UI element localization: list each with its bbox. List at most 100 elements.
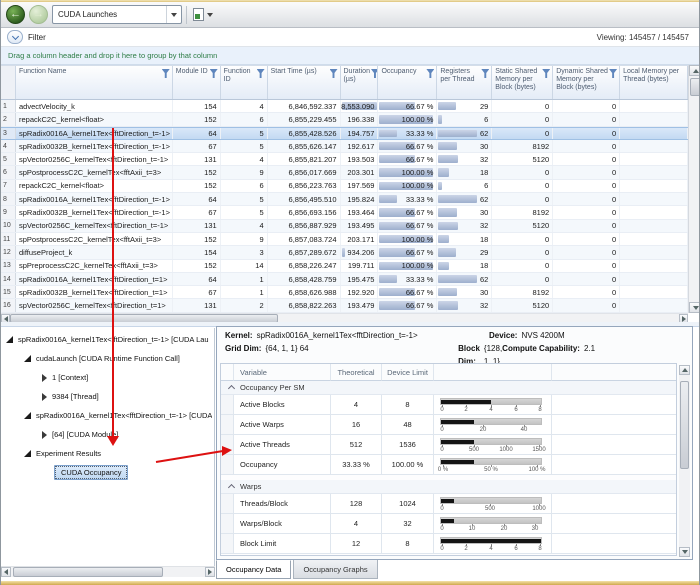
scrollbar-thumb[interactable] (690, 78, 700, 96)
tree-item[interactable]: spRadix0016A_kernel1Tex<fftDirection_t=-… (1, 330, 214, 349)
tree-item[interactable]: 1 [Context] (1, 368, 214, 387)
tree-horizontal-scrollbar[interactable] (1, 566, 215, 577)
occupancy-variables-table: VariableTheoreticalDevice LimitOccupancy… (220, 363, 677, 556)
view-selector-dropdown[interactable]: CUDA Launches (52, 5, 182, 24)
variable-row[interactable]: Occupancy33.33 %100.00 %0 %50 %100 % (221, 455, 676, 475)
table-row[interactable]: 13spPreprocessC2C_kernelTex<fftAxii_t=3>… (1, 260, 688, 273)
column-header[interactable]: Module ID (173, 66, 221, 99)
details-vertical-scrollbar[interactable] (679, 365, 690, 557)
tree-item[interactable]: Experiment Results (1, 444, 214, 463)
scrollbar-thumb[interactable] (680, 381, 689, 469)
column-header[interactable]: Function Name (16, 66, 173, 99)
column-header[interactable]: Registers per Thread (437, 66, 492, 99)
tree-expanded-icon[interactable] (24, 355, 31, 362)
filter-funnel-icon[interactable] (162, 69, 170, 78)
variable-row[interactable]: Threads/Block128102405001000 (221, 494, 676, 514)
collapse-chevron-icon[interactable] (228, 385, 235, 392)
scrollbar-thumb[interactable] (13, 567, 163, 577)
tab-occupancy-data[interactable]: Occupancy Data (216, 560, 291, 579)
dropdown-arrow-box[interactable] (166, 6, 181, 23)
variable-row[interactable]: Active Blocks4802468 (221, 395, 676, 415)
variable-column-header[interactable]: Variable (234, 364, 331, 381)
cell-value: 934.206 (347, 248, 374, 257)
table-row[interactable]: 7repackC2C_kernel<float>15266,856,223.76… (1, 180, 688, 193)
tree-item[interactable]: spRadix0016A_kernel1Tex<fftDirection_t=-… (1, 406, 214, 425)
occupancy-cell: 100.00 % (378, 233, 437, 245)
table-row[interactable]: 6spPostprocessC2C_kernelTex<fftAxii_t=3>… (1, 166, 688, 179)
scroll-up-button[interactable] (679, 365, 690, 375)
cell-value: 12 (3, 249, 11, 256)
table-row[interactable]: 3spRadix0016A_kernel1Tex<fftDirection_t=… (1, 127, 688, 140)
scroll-up-button[interactable] (689, 65, 700, 76)
table-row[interactable]: 2repackC2C_kernel<float>15266,855,229.45… (1, 113, 688, 126)
table-row[interactable]: 15spRadix0032B_kernel1Tex<fftDirection_t… (1, 286, 688, 299)
filter-funnel-icon[interactable] (609, 69, 617, 78)
table-vertical-scrollbar[interactable] (688, 65, 700, 313)
filter-funnel-icon[interactable] (330, 69, 338, 78)
filter-funnel-icon[interactable] (481, 69, 489, 78)
tree-item[interactable]: CUDA Occupancy (1, 463, 214, 482)
table-row[interactable]: 5spVector0256C_kernelTex<fftDirection_t=… (1, 153, 688, 166)
tree-item[interactable]: [64] [CUDA Module] (1, 425, 214, 444)
group-by-bar[interactable]: Drag a column header and drop it here to… (1, 47, 699, 65)
column-header[interactable]: Function ID (221, 66, 268, 99)
tree-collapsed-icon[interactable] (42, 431, 47, 439)
table-row[interactable]: 4spRadix0032B_kernel1Tex<fftDirection_t=… (1, 140, 688, 153)
variable-row[interactable]: Block Limit12802468 (221, 534, 676, 554)
variable-name: Active Blocks (234, 395, 331, 415)
table-row[interactable]: 11spPostprocessC2C_kernelTex<fftAxii_t=3… (1, 233, 688, 246)
tree-collapsed-icon[interactable] (42, 393, 47, 401)
column-header[interactable]: Local Memory per Thread (bytes) (620, 66, 688, 99)
tree-item[interactable]: cudaLaunch [CUDA Runtime Function Call] (1, 349, 214, 368)
tab-occupancy-graphs[interactable]: Occupancy Graphs (293, 560, 377, 579)
column-header[interactable]: Dynamic Shared Memory per Block (bytes) (553, 66, 620, 99)
variable-group-header[interactable]: Occupancy Per SM (221, 381, 676, 395)
filter-funnel-icon[interactable] (371, 69, 378, 78)
cell-value: 152 (204, 168, 217, 177)
theoretical-column-header[interactable]: Theoretical (331, 364, 382, 381)
function-id-cell: 6 (221, 180, 268, 192)
scroll-down-button[interactable] (689, 302, 700, 313)
column-header[interactable]: Static Shared Memory per Block (bytes) (492, 66, 553, 99)
table-row[interactable]: 12diffuseProject_k15436,857,289.672934.2… (1, 246, 688, 259)
function-id-cell: 6 (221, 113, 268, 125)
variable-row[interactable]: Active Threads5121536050010001500 (221, 435, 676, 455)
device-limit-column-header[interactable]: Device Limit (382, 364, 434, 381)
filter-funnel-icon[interactable] (542, 69, 550, 78)
tree-expanded-icon[interactable] (24, 412, 31, 419)
table-row[interactable]: 8spRadix0016A_kernel1Tex<fftDirection_t=… (1, 193, 688, 206)
function-id-cell: 14 (221, 260, 268, 272)
filter-funnel-icon[interactable] (257, 69, 265, 78)
forward-button[interactable]: → (29, 5, 48, 24)
column-header[interactable]: Occupancy (378, 66, 437, 99)
collapse-chevron-icon[interactable] (228, 484, 235, 491)
filter-funnel-icon[interactable] (426, 69, 434, 78)
scroll-right-button[interactable] (205, 567, 215, 577)
tree-expanded-icon[interactable] (24, 450, 31, 457)
table-row[interactable]: 14spRadix0016A_kernel1Tex<fftDirection_t… (1, 273, 688, 286)
table-row[interactable]: 16spVector0256C_kernelTex<fftDirection_t… (1, 299, 688, 312)
table-row[interactable]: 1advectVelocity_k15446,846,592.3378,553.… (1, 100, 688, 113)
variable-row[interactable]: Warps/Block4320102030 (221, 514, 676, 534)
chart-tick-label: 1500 (532, 447, 545, 453)
cell-value: 6 (259, 115, 263, 124)
tree-collapsed-icon[interactable] (42, 374, 47, 382)
table-row[interactable]: 9spRadix0032B_kernel1Tex<fftDirection_t=… (1, 206, 688, 219)
cell-value: 197.569 (347, 181, 374, 190)
back-button[interactable]: ← (6, 5, 25, 24)
table-horizontal-scrollbar[interactable] (1, 313, 688, 322)
filter-expander-button[interactable] (7, 30, 23, 44)
export-report-button[interactable] (191, 6, 215, 23)
scroll-left-button[interactable] (1, 567, 11, 577)
tree-item[interactable]: 9384 [Thread] (1, 387, 214, 406)
scroll-down-button[interactable] (679, 547, 690, 557)
duration-cell: 193.503 (341, 153, 379, 165)
column-header[interactable]: Duration (µs) (341, 66, 379, 99)
filter-funnel-icon[interactable] (210, 69, 218, 78)
function-id-cell: 5 (221, 128, 268, 139)
tree-expanded-icon[interactable] (6, 336, 13, 343)
variable-row[interactable]: Active Warps164802040 (221, 415, 676, 435)
table-row[interactable]: 10spVector0256C_kernelTex<fftDirection_t… (1, 220, 688, 233)
variable-group-header[interactable]: Warps (221, 480, 676, 494)
column-header[interactable]: Start Time (µs) (268, 66, 341, 99)
